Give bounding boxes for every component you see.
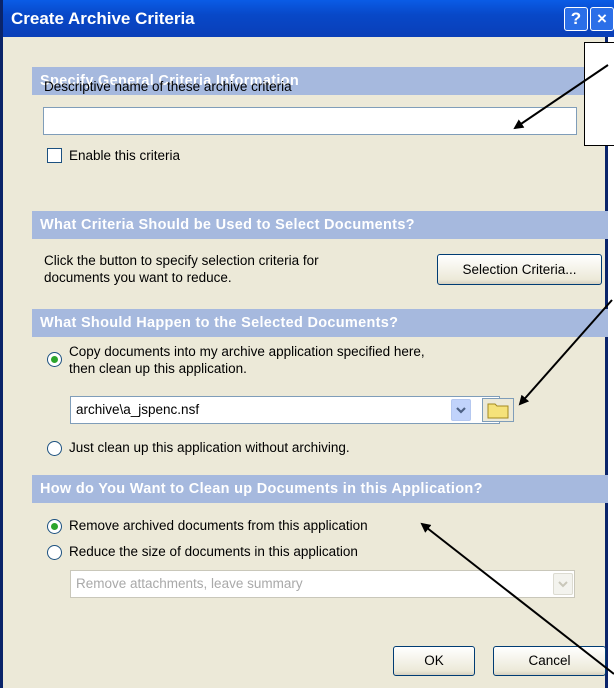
arrow-to-browse-folder xyxy=(518,299,613,406)
arrow-to-remove-archived xyxy=(420,522,614,675)
annotation-arrows xyxy=(420,64,614,675)
arrow-to-name-input xyxy=(513,64,609,130)
